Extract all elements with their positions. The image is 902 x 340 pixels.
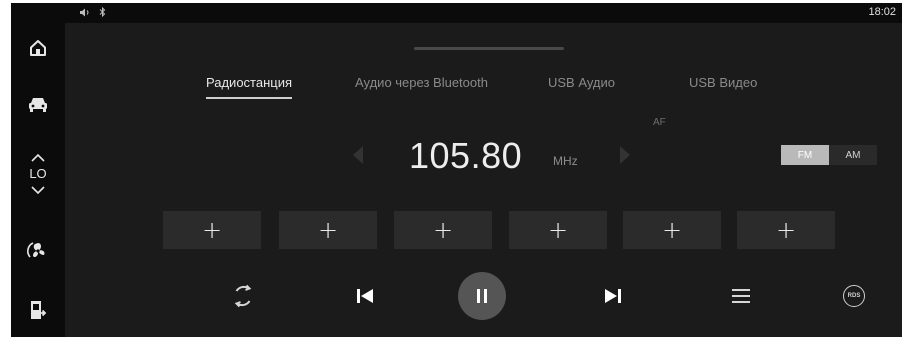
climate-level: LO: [29, 166, 47, 181]
preset-1-button[interactable]: +: [163, 211, 261, 249]
fan-icon: [27, 242, 45, 258]
tab-usb-audio[interactable]: USB Аудио: [548, 75, 615, 90]
radio-panel: Радиостанция Аудио через Bluetooth USB А…: [65, 23, 902, 337]
tab-label: USB Видео: [689, 75, 758, 90]
scan-button[interactable]: [223, 271, 263, 321]
fan-button[interactable]: [11, 233, 65, 269]
status-bar: 18:02: [65, 3, 902, 23]
pause-button-background: [458, 272, 506, 320]
exit-button[interactable]: [11, 293, 65, 327]
car-icon: [29, 98, 47, 112]
tab-radio-station[interactable]: Радиостанция: [206, 75, 293, 99]
active-tab-underline: [206, 97, 293, 99]
rds-label: RDS: [847, 293, 861, 299]
next-station-button[interactable]: [593, 271, 633, 321]
exit-icon: [31, 301, 47, 319]
home-icon: [30, 40, 46, 56]
climate-control: LO: [11, 137, 65, 211]
band-am-button[interactable]: AM: [829, 145, 877, 165]
climate-down-icon[interactable]: [30, 185, 46, 195]
rds-icon: RDS: [843, 285, 865, 307]
tune-down-button[interactable]: [352, 145, 364, 169]
preset-5-button[interactable]: +: [623, 211, 721, 249]
climate-up-icon[interactable]: [30, 153, 46, 163]
preset-2-button[interactable]: +: [279, 211, 377, 249]
list-icon: [732, 289, 750, 303]
infotainment-screen: LO 18:02 Радиостанция Аудио через Blueto…: [11, 3, 902, 337]
chevron-left-icon: [353, 146, 363, 164]
rds-button[interactable]: RDS: [834, 271, 874, 321]
scan-icon: [234, 284, 252, 308]
source-tabs: Радиостанция Аудио через Bluetooth USB А…: [65, 75, 902, 105]
clock: 18:02: [868, 6, 896, 18]
home-button[interactable]: [11, 31, 65, 65]
speaker-icon: [80, 8, 89, 16]
tab-label: Радиостанция: [206, 75, 293, 90]
tune-up-button[interactable]: [619, 145, 631, 169]
band-toggle: FM AM: [781, 145, 877, 165]
bluetooth-icon: [99, 7, 106, 17]
drag-handle[interactable]: [414, 47, 564, 50]
preset-6-button[interactable]: +: [737, 211, 835, 249]
vehicle-button[interactable]: [11, 87, 65, 121]
chevron-right-icon: [620, 146, 630, 164]
status-icons: [79, 7, 106, 17]
left-rail: LO: [11, 3, 65, 337]
play-pause-button[interactable]: [457, 271, 507, 321]
next-track-icon: [605, 289, 621, 303]
tab-bluetooth-audio[interactable]: Аудио через Bluetooth: [355, 75, 488, 90]
frequency-display: 105.80: [409, 135, 523, 176]
tab-label: Аудио через Bluetooth: [355, 75, 488, 90]
playback-controls: RDS: [65, 271, 902, 321]
preset-4-button[interactable]: +: [509, 211, 607, 249]
af-indicator: AF: [653, 117, 666, 128]
band-fm-button[interactable]: FM: [781, 145, 829, 165]
tab-label: USB Аудио: [548, 75, 616, 90]
pause-icon: [477, 289, 487, 303]
preset-row: + + + + + +: [163, 211, 843, 249]
previous-station-button[interactable]: [345, 271, 385, 321]
station-list-button[interactable]: [721, 271, 761, 321]
tab-usb-video[interactable]: USB Видео: [689, 75, 757, 90]
preset-3-button[interactable]: +: [394, 211, 492, 249]
previous-track-icon: [357, 289, 373, 303]
frequency-unit: MHz: [553, 154, 578, 168]
